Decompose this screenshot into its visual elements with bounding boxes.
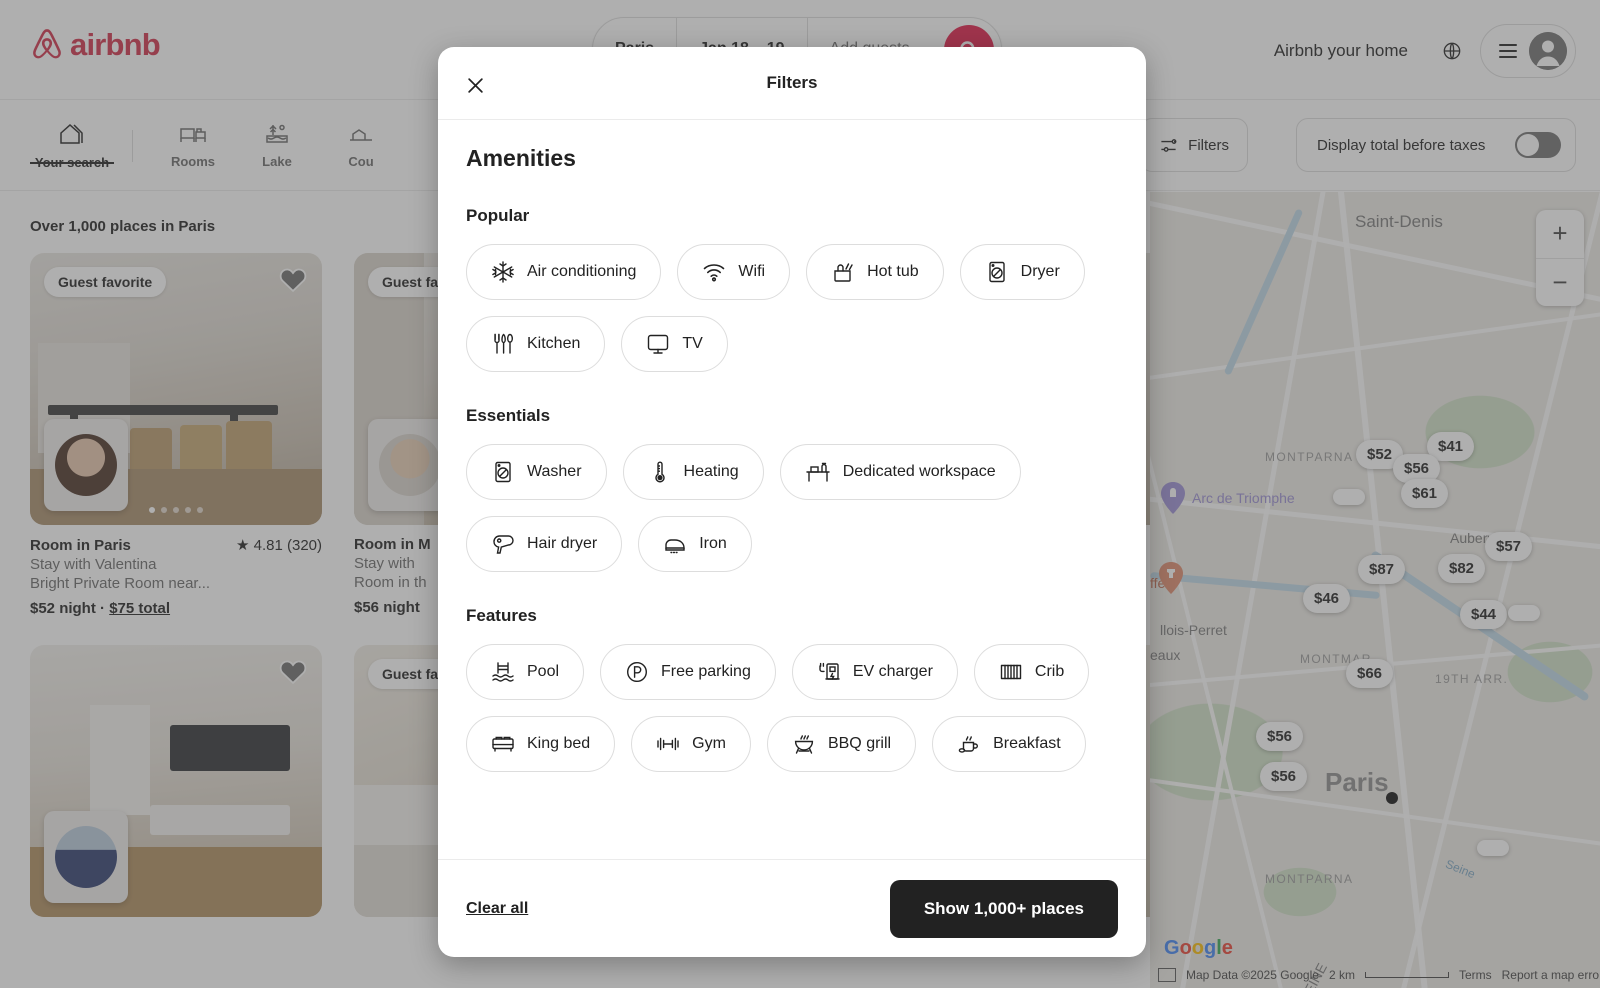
- chip-label: Pool: [527, 663, 560, 680]
- desk-icon: [805, 462, 830, 482]
- chip-label: Heating: [683, 463, 739, 480]
- chip-king-bed[interactable]: King bed: [466, 716, 616, 772]
- chip-label: Iron: [699, 535, 727, 552]
- hair-dryer-icon: [493, 535, 514, 554]
- chip-label: Free parking: [661, 663, 751, 680]
- chip-label: Hot tub: [867, 263, 919, 280]
- chip-label: Dedicated workspace: [842, 463, 996, 480]
- chip-group-essentials: Washer Heating Dedicated workspace Hair …: [466, 444, 1118, 572]
- close-icon: [467, 77, 483, 93]
- chip-label: Air conditioning: [527, 263, 637, 280]
- chip-dedicated-workspace[interactable]: Dedicated workspace: [779, 444, 1021, 500]
- chip-washer[interactable]: Washer: [466, 444, 607, 500]
- chip-hair-dryer[interactable]: Hair dryer: [466, 516, 623, 572]
- chip-label: EV charger: [852, 663, 933, 680]
- chip-label: Crib: [1034, 663, 1065, 680]
- hot-tub-icon: [834, 263, 853, 282]
- show-places-button[interactable]: Show 1,000+ places: [889, 879, 1118, 938]
- chip-breakfast[interactable]: Breakfast: [932, 716, 1086, 772]
- pool-icon: [492, 662, 514, 682]
- dumbbell-icon: [657, 737, 679, 751]
- ev-charger-icon: [819, 662, 840, 680]
- tv-icon: [648, 334, 669, 354]
- chip-label: Wifi: [738, 263, 766, 280]
- chip-group-features: Pool Free parking EV charger Crib King b…: [466, 644, 1118, 772]
- filters-modal: Filters Amenities Popular Air conditioni…: [438, 47, 1146, 957]
- snowflake-icon: [492, 261, 514, 283]
- chip-air-conditioning[interactable]: Air conditioning: [466, 244, 662, 300]
- chip-pool[interactable]: Pool: [466, 644, 585, 700]
- chip-gym[interactable]: Gym: [631, 716, 751, 772]
- modal-footer: Clear all Show 1,000+ places: [438, 859, 1146, 957]
- washer-icon: [495, 461, 511, 483]
- group-heading-features: Features: [466, 606, 537, 625]
- chip-label: Breakfast: [993, 735, 1061, 752]
- chip-label: Gym: [692, 735, 726, 752]
- amenities-section-title: Amenities: [466, 145, 576, 171]
- group-heading-essentials: Essentials: [466, 406, 551, 425]
- chip-group-popular: Air conditioning Wifi Hot tub Dryer Kitc…: [466, 244, 1118, 372]
- chip-dryer[interactable]: Dryer: [959, 244, 1085, 300]
- chip-wifi[interactable]: Wifi: [677, 244, 791, 300]
- iron-icon: [665, 539, 685, 554]
- chip-free-parking[interactable]: Free parking: [600, 644, 776, 700]
- wifi-icon: [704, 264, 725, 282]
- chip-tv[interactable]: TV: [621, 316, 728, 372]
- chip-kitchen[interactable]: Kitchen: [466, 316, 606, 372]
- chip-label: Dryer: [1020, 263, 1060, 280]
- chip-hot-tub[interactable]: Hot tub: [806, 244, 944, 300]
- chip-heating[interactable]: Heating: [622, 444, 764, 500]
- chip-crib[interactable]: Crib: [973, 644, 1090, 700]
- modal-header: Filters: [438, 47, 1146, 120]
- chip-label: King bed: [527, 735, 591, 752]
- breakfast-icon: [958, 736, 979, 753]
- dryer-icon: [988, 261, 1005, 283]
- kitchen-utensils-icon: [494, 333, 514, 354]
- bbq-grill-icon: [794, 735, 814, 754]
- king-bed-icon: [492, 736, 514, 752]
- chip-ev-charger[interactable]: EV charger: [791, 644, 958, 700]
- chip-bbq-grill[interactable]: BBQ grill: [766, 716, 917, 772]
- clear-all-button[interactable]: Clear all: [466, 900, 528, 918]
- chip-label: BBQ grill: [827, 735, 892, 752]
- parking-p-icon: [627, 661, 648, 683]
- chip-label: Hair dryer: [527, 535, 598, 552]
- thermometer-icon: [654, 461, 665, 483]
- modal-title: Filters: [766, 73, 818, 92]
- crib-icon: [1000, 664, 1022, 680]
- chip-iron[interactable]: Iron: [638, 516, 752, 572]
- chip-label: Washer: [527, 463, 582, 480]
- group-heading-popular: Popular: [466, 206, 530, 225]
- chip-label: TV: [682, 335, 703, 352]
- modal-body[interactable]: Amenities Popular Air conditioning Wifi: [438, 120, 1146, 859]
- chip-label: Kitchen: [527, 335, 581, 352]
- close-button[interactable]: [460, 70, 490, 100]
